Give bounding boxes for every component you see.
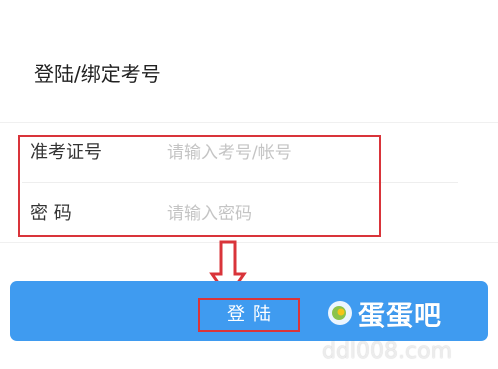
form-top-divider: [0, 122, 498, 123]
row-divider: [22, 182, 458, 183]
login-button[interactable]: [10, 281, 488, 341]
exam-id-input[interactable]: [167, 139, 447, 167]
page-title: 登陆/绑定考号: [34, 62, 161, 86]
form-bottom-divider: [0, 242, 498, 243]
password-input[interactable]: [167, 200, 447, 228]
exam-id-row: 准考证号: [22, 125, 458, 181]
password-label: 密 码: [30, 203, 72, 224]
exam-id-label: 准考证号: [30, 142, 102, 163]
password-row: 密 码: [22, 186, 458, 242]
